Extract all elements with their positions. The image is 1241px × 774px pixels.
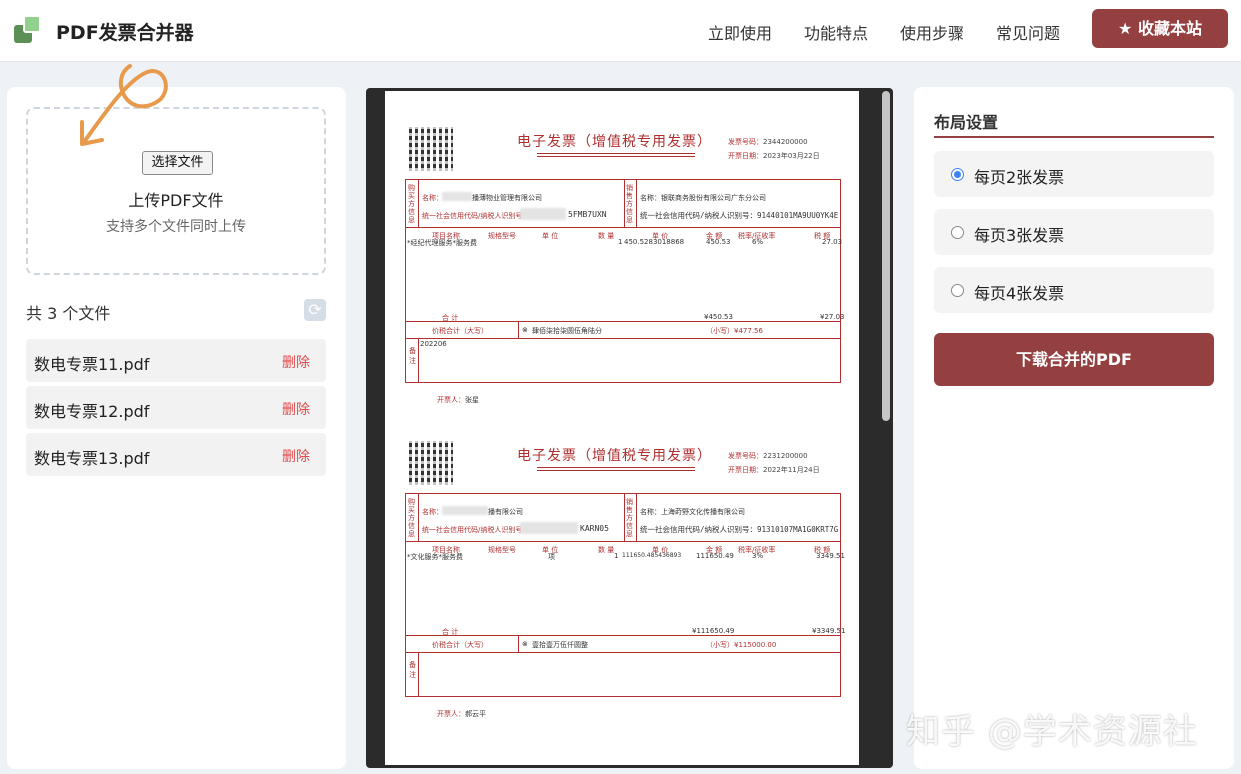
qr-code-icon	[409, 127, 453, 171]
option-4-per-page[interactable]: 每页4张发票	[934, 267, 1214, 313]
option-label: 每页2张发票	[974, 168, 1065, 187]
file-item: 数电专票12.pdf 删除	[26, 386, 326, 429]
file-name: 数电专票11.pdf	[34, 355, 150, 374]
delete-file-button[interactable]: 删除	[282, 399, 310, 419]
layout-settings-title: 布局设置	[934, 113, 999, 132]
preview-scrollbar[interactable]	[882, 91, 890, 421]
option-label: 每页3张发票	[974, 226, 1065, 245]
invoice-title: 电子发票（增值税专用发票）	[517, 448, 712, 464]
download-merged-pdf-button[interactable]: 下载合并的PDF	[934, 333, 1214, 386]
logo-icon	[14, 15, 44, 45]
watermark: 知乎 @学术资源社	[906, 712, 1198, 752]
option-3-per-page[interactable]: 每页3张发票	[934, 209, 1214, 255]
qr-code-icon	[409, 441, 453, 485]
preview-page: 电子发票（增值税专用发票） 发票号码：2344200000 开票日期：2023年…	[385, 91, 859, 765]
file-count: 共 3 个文件	[26, 304, 111, 323]
nav-use-now[interactable]: 立即使用	[708, 20, 772, 44]
upload-panel: 选择文件 上传PDF文件 支持多个文件同时上传 共 3 个文件 ⟳ 数电专票11…	[7, 87, 346, 769]
invoice-table: 购买方信息 销售方信息 名称： 播薄物业管理有限公司 统一社会信用代码/纳税人识…	[405, 179, 845, 383]
upload-title: 上传PDF文件	[128, 191, 224, 210]
delete-file-button[interactable]: 删除	[282, 352, 310, 372]
invoice-2: 电子发票（增值税专用发票） 发票号码：2231200000 开票日期：2022年…	[405, 441, 845, 718]
top-header: PDF发票合并器 立即使用 功能特点 使用步骤 常见问题 ★ 收藏本站	[0, 0, 1241, 62]
pdf-preview[interactable]: 电子发票（增值税专用发票） 发票号码：2344200000 开票日期：2023年…	[366, 88, 893, 768]
nav-faq[interactable]: 常见问题	[996, 20, 1060, 44]
favorite-button[interactable]: ★ 收藏本站	[1092, 9, 1228, 48]
option-label: 每页4张发票	[974, 284, 1065, 303]
nav-features[interactable]: 功能特点	[804, 20, 868, 44]
upload-subtitle: 支持多个文件同时上传	[106, 219, 246, 235]
file-name: 数电专票12.pdf	[34, 402, 150, 421]
radio-icon[interactable]	[951, 226, 964, 239]
radio-selected-icon[interactable]	[951, 168, 964, 181]
invoice-title: 电子发票（增值税专用发票）	[517, 134, 712, 150]
brand-title: PDF发票合并器	[56, 22, 194, 44]
annotation-arrow-icon	[80, 64, 168, 146]
file-name: 数电专票13.pdf	[34, 449, 150, 468]
invoice-table: 购买方信息 销售方信息 名称： 播有限公司 统一社会信用代码/纳税人识别号： K…	[405, 493, 845, 697]
title-divider	[934, 136, 1214, 138]
nav-steps[interactable]: 使用步骤	[900, 20, 964, 44]
refresh-icon[interactable]: ⟳	[304, 299, 326, 321]
radio-icon[interactable]	[951, 284, 964, 297]
invoice-1: 电子发票（增值税专用发票） 发票号码：2344200000 开票日期：2023年…	[405, 127, 845, 404]
delete-file-button[interactable]: 删除	[282, 446, 310, 466]
file-item: 数电专票11.pdf 删除	[26, 339, 326, 382]
file-item: 数电专票13.pdf 删除	[26, 433, 326, 476]
option-2-per-page[interactable]: 每页2张发票	[934, 151, 1214, 197]
layout-settings-panel: 布局设置 每页2张发票 每页3张发票 每页4张发票 下载合并的PDF	[914, 87, 1234, 769]
